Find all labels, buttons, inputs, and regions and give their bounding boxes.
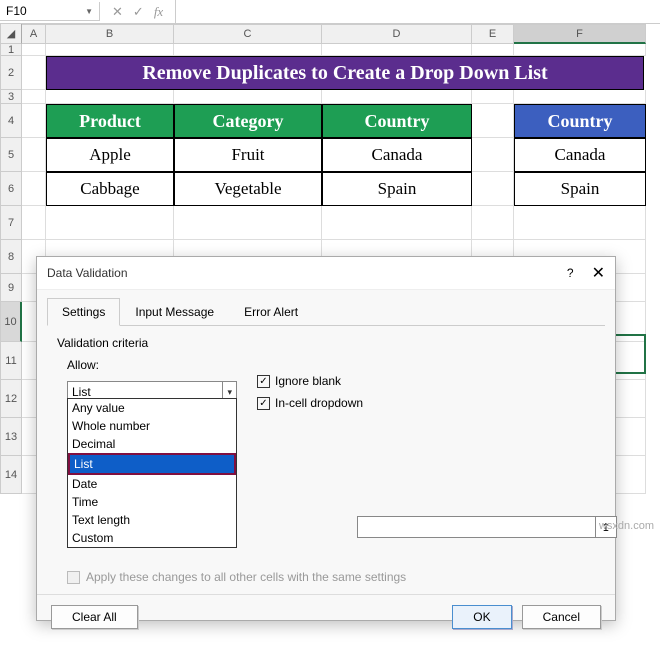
allow-label: Allow:: [67, 358, 595, 372]
cell[interactable]: Spain: [514, 172, 646, 206]
row-header[interactable]: 5: [0, 138, 22, 172]
col-header[interactable]: A: [22, 24, 46, 44]
cell[interactable]: Vegetable: [174, 172, 322, 206]
cancel-button[interactable]: Cancel: [522, 605, 601, 629]
close-icon[interactable]: ✕: [592, 263, 605, 283]
formula-input[interactable]: [175, 0, 660, 23]
row-header[interactable]: 9: [0, 274, 22, 302]
watermark: wsxdn.com: [599, 520, 654, 532]
dropdown-item[interactable]: Text length: [68, 511, 236, 529]
incell-dropdown-checkbox[interactable]: ✓ In-cell dropdown: [257, 396, 363, 410]
row-header[interactable]: 12: [0, 380, 22, 418]
table-header[interactable]: Country: [514, 104, 646, 138]
checkbox-checked-icon: ✓: [257, 375, 270, 388]
dropdown-item-selected[interactable]: List: [68, 453, 236, 475]
cell[interactable]: Canada: [322, 138, 472, 172]
source-input[interactable]: [357, 516, 596, 538]
tab-input-message[interactable]: Input Message: [120, 298, 229, 325]
row-header[interactable]: 4: [0, 104, 22, 138]
row-header[interactable]: 1: [0, 44, 22, 56]
dropdown-item[interactable]: Custom: [68, 529, 236, 547]
cell[interactable]: Spain: [322, 172, 472, 206]
row-header[interactable]: 2: [0, 56, 22, 90]
cell[interactable]: Fruit: [174, 138, 322, 172]
ok-button[interactable]: OK: [452, 605, 511, 629]
table-header[interactable]: Category: [174, 104, 322, 138]
incell-label: In-cell dropdown: [275, 396, 363, 410]
accept-formula-icon[interactable]: ✓: [133, 4, 144, 20]
col-header[interactable]: D: [322, 24, 472, 44]
name-box[interactable]: F10 ▼: [0, 2, 100, 21]
dropdown-item[interactable]: Whole number: [68, 417, 236, 435]
allow-dropdown-list: Any value Whole number Decimal List Date…: [67, 398, 237, 548]
data-validation-dialog: Data Validation ? ✕ Settings Input Messa…: [36, 256, 616, 621]
col-header[interactable]: E: [472, 24, 514, 44]
dialog-tabs: Settings Input Message Error Alert: [47, 298, 605, 326]
row-headers: ◢ 1 2 3 4 5 6 7 8 9 10 11 12 13 14: [0, 24, 22, 494]
row-header[interactable]: 3: [0, 90, 22, 104]
tab-settings[interactable]: Settings: [47, 298, 120, 326]
row-header[interactable]: 8: [0, 240, 22, 274]
allow-value: List: [72, 385, 91, 399]
cell[interactable]: Apple: [46, 138, 174, 172]
row-header[interactable]: 14: [0, 456, 22, 494]
chevron-down-icon[interactable]: ▼: [85, 7, 93, 16]
dropdown-item[interactable]: Date: [68, 475, 236, 493]
dialog-buttons: Clear All OK Cancel: [37, 594, 615, 639]
table-header[interactable]: Product: [46, 104, 174, 138]
apply-checkbox-disabled: [67, 571, 80, 584]
dropdown-item[interactable]: Any value: [68, 399, 236, 417]
formula-bar-icons: ✕ ✓ fx: [100, 4, 175, 20]
dropdown-item[interactable]: Decimal: [68, 435, 236, 453]
formula-bar: F10 ▼ ✕ ✓ fx: [0, 0, 660, 24]
name-box-value: F10: [6, 4, 27, 18]
row-header[interactable]: 7: [0, 206, 22, 240]
apply-label: Apply these changes to all other cells w…: [86, 570, 406, 584]
title-banner: Remove Duplicates to Create a Drop Down …: [46, 56, 644, 90]
cancel-formula-icon[interactable]: ✕: [112, 4, 123, 20]
column-headers: A B C D E F: [22, 24, 660, 44]
row-header[interactable]: 6: [0, 172, 22, 206]
dialog-titlebar[interactable]: Data Validation ? ✕: [37, 257, 615, 290]
col-header[interactable]: B: [46, 24, 174, 44]
dialog-body: Validation criteria Allow: List ▾ ✓ Igno…: [37, 326, 615, 594]
cell[interactable]: Cabbage: [46, 172, 174, 206]
cell[interactable]: Canada: [514, 138, 646, 172]
fx-icon[interactable]: fx: [154, 4, 163, 20]
checkbox-checked-icon: ✓: [257, 397, 270, 410]
col-header[interactable]: C: [174, 24, 322, 44]
apply-changes-row: Apply these changes to all other cells w…: [67, 570, 595, 584]
criteria-label: Validation criteria: [57, 336, 595, 350]
clear-all-button[interactable]: Clear All: [51, 605, 138, 629]
tab-error-alert[interactable]: Error Alert: [229, 298, 313, 325]
row-header-active[interactable]: 10: [0, 302, 22, 342]
table-header[interactable]: Country: [322, 104, 472, 138]
ignore-blank-label: Ignore blank: [275, 374, 341, 388]
source-row: ↥: [357, 516, 617, 538]
col-header-active[interactable]: F: [514, 24, 646, 44]
help-button[interactable]: ?: [567, 266, 574, 280]
dialog-title: Data Validation: [47, 266, 128, 280]
row-header[interactable]: 13: [0, 418, 22, 456]
select-all-cell[interactable]: ◢: [0, 24, 22, 44]
dropdown-item[interactable]: Time: [68, 493, 236, 511]
row-header[interactable]: 11: [0, 342, 22, 380]
ignore-blank-checkbox[interactable]: ✓ Ignore blank: [257, 374, 363, 388]
